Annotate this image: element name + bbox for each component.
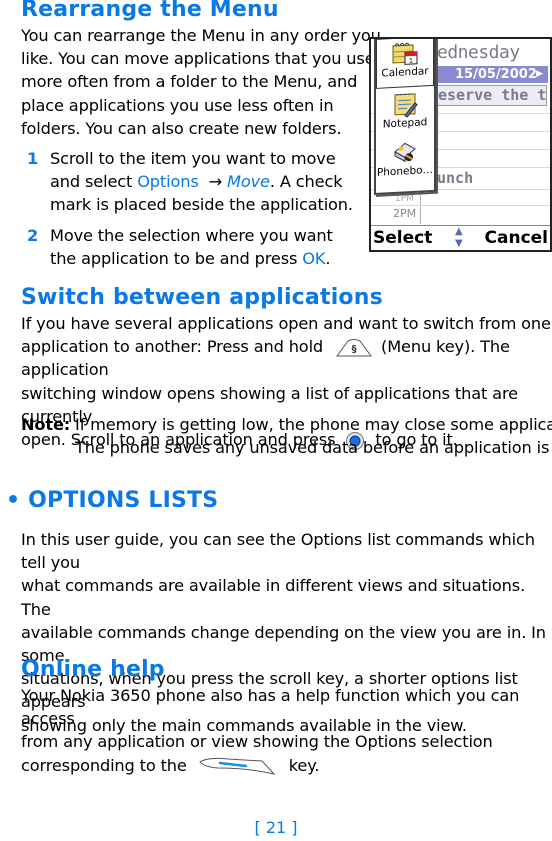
cancel-softkey[interactable]: Cancel	[485, 226, 548, 250]
body-line: what commands are available in different…	[21, 576, 526, 619]
step-text: Scroll to the item you want to move and …	[50, 149, 353, 215]
heading-options-lists: • OPTIONS LISTS	[6, 488, 219, 513]
note-line: The phone saves any unsaved data before …	[75, 438, 552, 458]
body-line: If you have several applications open an…	[21, 314, 551, 333]
app-menu-popup: 1 Calendar Notepad Phonebo…	[374, 39, 436, 195]
heading-online-help: Online help	[21, 657, 165, 682]
bullet-icon: •	[6, 488, 21, 513]
step-number: 1	[27, 149, 39, 168]
date-label: 15/05/2002	[455, 67, 537, 82]
body-line: application to another: Press and hold §…	[21, 337, 510, 380]
step-text: Move the selection where you want the ap…	[50, 226, 333, 269]
options-menu-ref: Options	[137, 172, 199, 192]
note: Note: If memory is getting low, the phon…	[21, 413, 552, 459]
menu-item-label: Notepad	[382, 116, 428, 131]
menu-item-label: Phonebo…	[376, 163, 434, 179]
phonebook-icon	[394, 142, 416, 163]
svg-text:§: §	[352, 344, 357, 355]
phone-screenshot: ednesday 15/05/2002 ▶ eserve the ti… unc…	[369, 37, 552, 252]
move-command-ref: Move	[227, 172, 270, 192]
time-label: 2PM	[393, 207, 417, 220]
body-line: folders. You can also create new folders…	[21, 118, 342, 138]
select-softkey[interactable]: Select	[373, 226, 432, 250]
right-arrow-icon: ▶	[536, 69, 543, 79]
rearrange-body: You can rearrange the Menu in any order …	[21, 24, 381, 140]
scroll-indicator-icon: ▲ ▼	[455, 226, 463, 249]
body-line: more often from a folder to the Menu, an…	[21, 72, 358, 92]
softkey-bar: Select ▲ ▼ Cancel	[371, 225, 550, 250]
menu-item-notepad[interactable]: Notepad	[376, 88, 434, 139]
notepad-icon	[394, 93, 418, 119]
page-number: [ 21 ]	[254, 818, 298, 837]
svg-text:1: 1	[409, 57, 413, 65]
body-line: In this user guide, you can see the Opti…	[21, 530, 535, 573]
body-line: like. You can move applications that you…	[21, 49, 375, 69]
note-label: Note:	[21, 415, 71, 434]
row-divider	[371, 205, 550, 206]
calendar-entry: eserve the ti…	[437, 85, 547, 106]
menu-item-calendar[interactable]: 1 Calendar	[376, 39, 434, 89]
menu-item-phonebook[interactable]: Phonebo…	[376, 136, 434, 187]
menu-item-label: Calendar	[381, 65, 429, 80]
day-label: ednesday	[437, 42, 520, 63]
heading-switch-applications: Switch between applications	[21, 285, 383, 310]
heading-rearrange-menu: Rearrange the Menu	[21, 0, 279, 22]
body-line: corresponding to the key.	[21, 755, 320, 775]
step-number: 2	[27, 226, 39, 245]
lunch-entry: unch	[437, 169, 474, 187]
note-line: If memory is getting low, the phone may …	[75, 415, 552, 434]
date-bar: 15/05/2002 ▶	[437, 66, 548, 83]
body-line: You can rearrange the Menu in any order …	[21, 26, 381, 45]
calendar-icon: 1	[392, 42, 418, 65]
body-line: place applications you use less often in	[21, 95, 334, 115]
ok-key-ref: OK	[302, 249, 326, 269]
left-selection-key-icon	[198, 758, 276, 775]
body-line: from any application or view showing the…	[21, 732, 493, 752]
online-help-body: Your Nokia 3650 phone also has a help fu…	[21, 684, 552, 777]
body-line: Your Nokia 3650 phone also has a help fu…	[21, 686, 520, 729]
time-label: 1PM	[395, 194, 414, 204]
arrow-icon: →	[208, 172, 223, 192]
menu-key-icon: §	[336, 338, 373, 357]
